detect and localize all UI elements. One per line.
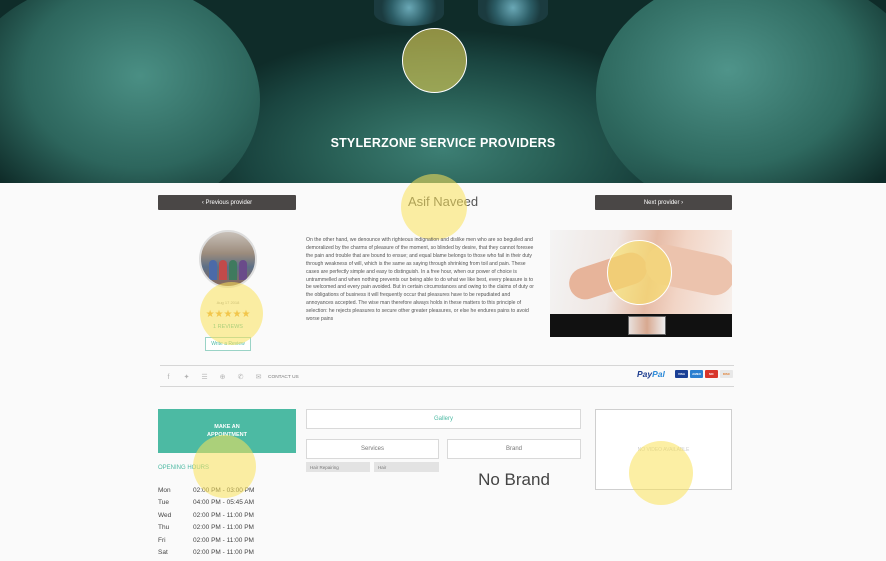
mastercard-icon: MC (705, 370, 718, 378)
divider (160, 365, 734, 366)
photo-thumbnail[interactable] (628, 316, 666, 335)
hours-row: Wed 02:00 PM - 11:00 PM (158, 509, 254, 522)
hero-title: STYLERZONE SERVICE PROVIDERS (330, 136, 556, 150)
social-links: f ✦ ☰ ⊕ ✆ ✉ CONTACT US (164, 371, 299, 383)
provider-name: Asif Naveed (407, 194, 479, 209)
provider-photo[interactable] (550, 230, 732, 337)
hero-eye-right (478, 0, 548, 26)
hours-row: Tue 04:00 PM - 05:45 AM (158, 497, 254, 510)
no-brand-label: No Brand (478, 470, 550, 489)
hours-time: 02:00 PM - 11:00 PM (193, 524, 254, 532)
make-appointment-button[interactable]: MAKE AN APPOINTMENT (158, 409, 296, 453)
hours-day: Mon (158, 486, 171, 494)
rating-stars: ★★★★★ (205, 309, 251, 320)
hero-banner: STYLERZONE SERVICE PROVIDERS (0, 0, 886, 183)
hours-day: Thu (158, 524, 170, 532)
hours-day: Tue (158, 499, 169, 507)
video-placeholder: NO VIDEO AVAILABLE (595, 409, 732, 490)
appointment-line-2: APPOINTMENT (206, 432, 248, 438)
hero-image-right (596, 0, 886, 183)
hours-row: Sat 02:00 PM - 11:00 PM (158, 547, 254, 560)
hours-time: 04:00 PM - 05:45 AM (193, 499, 255, 507)
service-chip: Hair Repairing (306, 462, 370, 472)
hours-time: 02:00 PM - 11:00 PM (193, 511, 254, 519)
phone-icon[interactable]: ✆ (236, 373, 245, 381)
envelope-icon[interactable]: ✉ (254, 373, 263, 381)
facebook-icon[interactable]: f (164, 374, 173, 381)
discover-card-icon: DISC (720, 370, 733, 378)
globe-icon[interactable]: ⊕ (218, 373, 227, 381)
hours-time: 02:00 PM - 11:00 PM (193, 549, 254, 557)
avatar (199, 230, 257, 288)
hours-day: Sat (158, 549, 168, 557)
paypal-pay: Pay (637, 369, 653, 379)
hours-row: Fri 02:00 PM - 11:00 PM (158, 534, 254, 547)
provider-bio: On the other hand, we denounce with righ… (306, 237, 534, 323)
appointment-line-1: MAKE AN (214, 424, 240, 430)
tab-services[interactable]: Services (306, 439, 439, 459)
service-chip: Hair (374, 462, 439, 472)
hours-row: Thu 02:00 PM - 11:00 PM (158, 522, 254, 535)
previous-provider-button[interactable]: ‹ Previous provider (158, 195, 296, 210)
amex-card-icon: AMEX (690, 370, 703, 378)
tab-gallery[interactable]: Gallery (306, 409, 581, 429)
reviews-count[interactable]: 1 REVIEWS (208, 324, 248, 330)
hours-day: Wed (158, 511, 172, 519)
twitter-icon[interactable]: ✦ (182, 373, 191, 381)
hero-eye-left (374, 0, 444, 26)
tab-brand[interactable]: Brand (447, 439, 581, 459)
divider (160, 386, 734, 387)
opening-hours-list: Mon 02:00 PM - 03:00 PM Tue 04:00 PM - 05:… (158, 484, 254, 559)
hours-row: Mon 02:00 PM - 03:00 PM (158, 484, 254, 497)
next-provider-button[interactable]: Next provider › (595, 195, 732, 210)
review-date: Aug 17 2018 (216, 300, 240, 305)
rss-icon[interactable]: ☰ (200, 373, 209, 381)
opening-hours-heading: OPENING HOURS (158, 465, 210, 471)
visa-card-icon: VISA (675, 370, 688, 378)
hours-time: 02:00 PM - 11:00 PM (193, 536, 254, 544)
contact-us-link[interactable]: CONTACT US (268, 375, 299, 380)
hours-day: Fri (158, 536, 166, 544)
write-review-button[interactable]: Write a Review (205, 337, 251, 351)
payment-cards: VISA AMEX MC DISC (675, 370, 733, 378)
paypal-pal: Pal (652, 369, 665, 379)
paypal-logo: PayPal (637, 369, 665, 379)
hours-time: 02:00 PM - 03:00 PM (193, 486, 255, 494)
hero-image-left (0, 0, 260, 183)
